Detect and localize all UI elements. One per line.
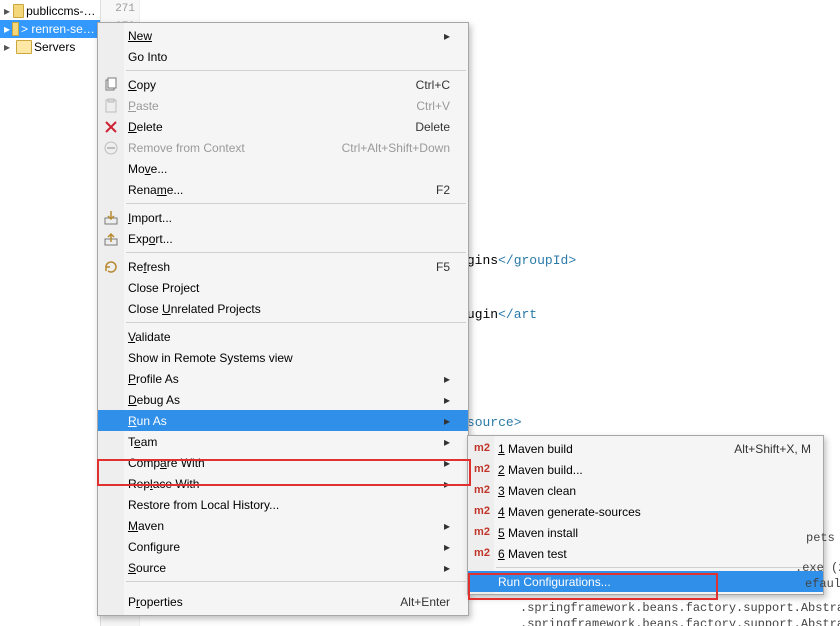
console-text-fragment: pets <box>806 530 835 546</box>
console-text-fragment: .springframework.beans.factory.support.A… <box>520 616 840 626</box>
submenu-maven-test[interactable]: m2 6 Maven test <box>468 543 823 564</box>
paste-icon <box>103 98 119 114</box>
tree-item-renren-security[interactable]: ▸ > renren-security [renren-security mas… <box>0 20 100 38</box>
project-explorer: ▸ publiccms-by-maven ▸ > renren-security… <box>0 0 100 626</box>
menu-validate[interactable]: Validate <box>98 326 468 347</box>
menu-rename[interactable]: Rename...F2 <box>98 179 468 200</box>
submenu-maven-clean[interactable]: m2 3 Maven clean <box>468 480 823 501</box>
folder-icon <box>12 22 19 36</box>
submenu-maven-build-dots[interactable]: m2 2 Maven build... <box>468 459 823 480</box>
submenu-maven-install[interactable]: m2 5 Maven install <box>468 522 823 543</box>
menu-refresh[interactable]: RefreshF5 <box>98 256 468 277</box>
menu-paste[interactable]: PasteCtrl+V <box>98 95 468 116</box>
menu-source[interactable]: Source▸ <box>98 557 468 578</box>
tree-item-publiccms[interactable]: ▸ publiccms-by-maven <box>0 2 100 20</box>
menu-close-project[interactable]: Close Project <box>98 277 468 298</box>
menu-debug-as[interactable]: Debug As▸ <box>98 389 468 410</box>
servers-icon <box>16 40 32 54</box>
menu-compare-with[interactable]: Compare With▸ <box>98 452 468 473</box>
menu-replace-with[interactable]: Replace With▸ <box>98 473 468 494</box>
console-text-fragment: .springframework.beans.factory.support.A… <box>520 600 840 616</box>
context-menu: New▸ Go Into CopyCtrl+C PasteCtrl+V Dele… <box>97 22 469 616</box>
menu-remove-context[interactable]: Remove from ContextCtrl+Alt+Shift+Down <box>98 137 468 158</box>
tree-item-label: Servers <box>34 40 75 54</box>
submenu-maven-build[interactable]: m2 1 Maven buildAlt+Shift+X, M <box>468 438 823 459</box>
tree-item-label: publiccms-by-maven <box>26 4 100 18</box>
tree-item-label: > renren-security [renren-security maste… <box>21 22 100 36</box>
console-text-fragment: efaul <box>805 576 840 592</box>
menu-go-into[interactable]: Go Into <box>98 46 468 67</box>
expand-arrow-icon: ▸ <box>4 4 11 18</box>
menu-copy[interactable]: CopyCtrl+C <box>98 74 468 95</box>
menu-profile-as[interactable]: Profile As▸ <box>98 368 468 389</box>
expand-arrow-icon: ▸ <box>4 22 10 36</box>
folder-icon <box>13 4 24 18</box>
export-icon <box>103 231 119 247</box>
menu-show-remote[interactable]: Show in Remote Systems view <box>98 347 468 368</box>
separator <box>126 203 466 204</box>
menu-close-unrelated[interactable]: Close Unrelated Projects <box>98 298 468 319</box>
maven-icon: m2 <box>473 442 491 454</box>
app-root: ▸ publiccms-by-maven ▸ > renren-security… <box>0 0 840 626</box>
maven-icon: m2 <box>473 526 491 538</box>
submenu-maven-generate-sources[interactable]: m2 4 Maven generate-sources <box>468 501 823 522</box>
menu-new[interactable]: New▸ <box>98 25 468 46</box>
console-text-fragment: .exe (20 <box>795 560 840 576</box>
line-number: 271 <box>101 0 135 18</box>
import-icon <box>103 210 119 226</box>
maven-icon: m2 <box>473 505 491 517</box>
remove-context-icon <box>103 140 119 156</box>
maven-icon: m2 <box>473 463 491 475</box>
menu-delete[interactable]: DeleteDelete <box>98 116 468 137</box>
tree-item-servers[interactable]: ▸ Servers <box>0 38 100 56</box>
menu-move[interactable]: Move... <box>98 158 468 179</box>
menu-restore-local[interactable]: Restore from Local History... <box>98 494 468 515</box>
refresh-icon <box>103 259 119 275</box>
submenu-run-configurations[interactable]: Run Configurations... <box>468 571 823 592</box>
menu-export[interactable]: Export... <box>98 228 468 249</box>
maven-icon: m2 <box>473 484 491 496</box>
menu-team[interactable]: Team▸ <box>98 431 468 452</box>
separator <box>126 581 466 582</box>
menu-run-as[interactable]: Run As▸ <box>98 410 468 431</box>
menu-configure[interactable]: Configure▸ <box>98 536 468 557</box>
separator <box>126 70 466 71</box>
delete-icon <box>103 119 119 135</box>
expand-arrow-icon: ▸ <box>4 40 14 54</box>
separator <box>126 322 466 323</box>
submenu-run-as: m2 1 Maven buildAlt+Shift+X, M m2 2 Mave… <box>467 435 824 595</box>
menu-import[interactable]: Import... <box>98 207 468 228</box>
separator <box>126 252 466 253</box>
menu-properties[interactable]: PropertiesAlt+Enter <box>98 585 468 613</box>
copy-icon <box>103 77 119 93</box>
menu-maven[interactable]: Maven▸ <box>98 515 468 536</box>
maven-icon: m2 <box>473 547 491 559</box>
separator <box>496 567 821 568</box>
